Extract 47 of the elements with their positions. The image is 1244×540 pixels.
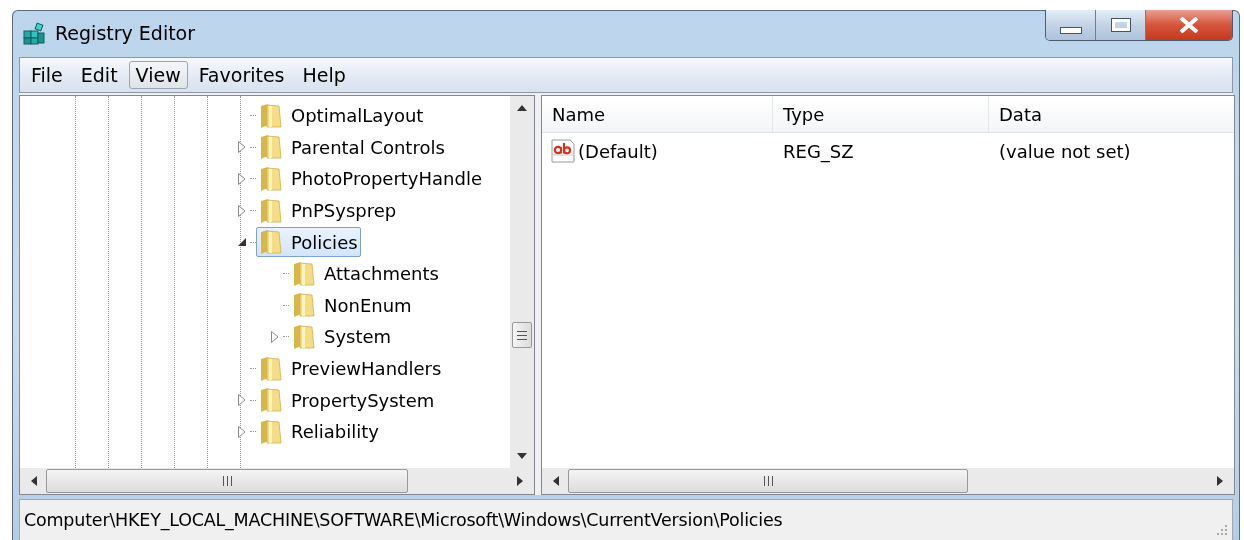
horizontal-scrollbar[interactable]: [542, 468, 1234, 494]
status-path: Computer\HKEY_LOCAL_MACHINE\SOFTWARE\Microsoft\Windows\CurrentVersion\Policies: [24, 510, 783, 530]
value-data: (value not set): [998, 140, 1132, 162]
folder-icon: [259, 102, 283, 129]
expand-arrow-icon[interactable]: [237, 140, 247, 155]
column-header[interactable]: Name: [542, 96, 773, 132]
folder-icon: [259, 229, 283, 256]
menu-item[interactable]: Favorites: [191, 61, 292, 89]
scroll-right-arrow-icon[interactable]: [1216, 475, 1224, 487]
scroll-right-arrow-icon[interactable]: [516, 475, 524, 487]
tree-item[interactable]: Policies: [256, 227, 361, 258]
maximize-button[interactable]: [1096, 10, 1146, 40]
folder-icon: [292, 323, 316, 350]
scroll-down-arrow-icon[interactable]: [516, 452, 528, 460]
resize-grip-icon[interactable]: [1216, 524, 1228, 536]
expand-arrow-icon[interactable]: [237, 424, 247, 439]
column-header[interactable]: Data: [989, 96, 1229, 132]
menu-item[interactable]: Help: [295, 61, 353, 89]
collapse-arrow-icon[interactable]: [237, 237, 247, 248]
close-button[interactable]: [1146, 10, 1232, 40]
folder-icon: [292, 260, 316, 287]
folder-icon: [259, 355, 283, 382]
window-title: Registry Editor: [55, 22, 196, 44]
menu-item[interactable]: View: [128, 61, 188, 89]
expand-arrow-icon[interactable]: [270, 329, 280, 344]
folder-icon: [259, 197, 283, 224]
folder-icon: [259, 166, 283, 192]
folder-icon: [292, 292, 316, 319]
folder-icon: [259, 387, 283, 414]
menu-item[interactable]: Edit: [73, 61, 125, 89]
expand-arrow-icon[interactable]: [237, 172, 247, 186]
value-type: REG_SZ: [782, 140, 855, 162]
string-value-icon: [550, 138, 576, 164]
vertical-scrollbar[interactable]: [510, 96, 534, 468]
close-icon: [1178, 17, 1200, 33]
menu-item[interactable]: File: [24, 61, 70, 89]
scroll-up-arrow-icon[interactable]: [516, 104, 528, 112]
scroll-left-arrow-icon[interactable]: [30, 475, 38, 487]
folder-icon: [259, 418, 283, 445]
expand-arrow-icon[interactable]: [237, 203, 247, 218]
value-name[interactable]: (Default): [578, 140, 658, 162]
scroll-left-arrow-icon[interactable]: [552, 475, 560, 487]
expand-arrow-icon[interactable]: [237, 393, 247, 408]
column-header[interactable]: Type: [773, 96, 989, 132]
minimize-button[interactable]: [1046, 10, 1096, 40]
folder-icon: [259, 134, 283, 161]
horizontal-scrollbar[interactable]: [20, 468, 534, 494]
